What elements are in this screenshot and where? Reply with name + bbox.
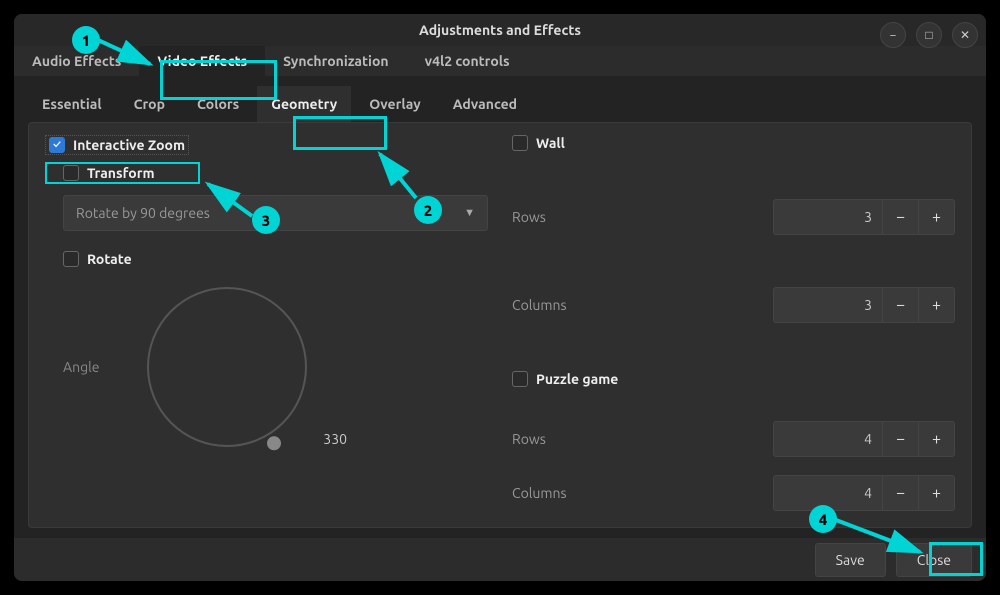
tab-video-effects[interactable]: Video Effects	[139, 46, 265, 76]
annotation-badge: 2	[414, 196, 442, 224]
window-title: Adjustments and Effects	[419, 22, 581, 38]
plus-icon[interactable]: +	[919, 421, 955, 457]
puzzle-rows-input[interactable]	[773, 421, 883, 457]
subtab-geometry[interactable]: Geometry	[257, 86, 351, 122]
wall-columns-label: Columns	[512, 297, 567, 313]
minus-icon[interactable]: −	[883, 199, 919, 235]
rotate-controls: Angle 330	[63, 287, 488, 447]
subtab-crop[interactable]: Crop	[120, 86, 179, 122]
video-effects-content: Essential Crop Colors Geometry Overlay A…	[14, 76, 986, 538]
puzzle-checkbox[interactable]: Puzzle game	[512, 371, 955, 387]
main-tabs: Audio Effects Video Effects Synchronizat…	[14, 46, 986, 76]
subtab-overlay[interactable]: Overlay	[355, 86, 434, 122]
chevron-down-icon: ▼	[464, 207, 475, 219]
maximize-icon[interactable]: □	[916, 22, 942, 48]
transform-label: Transform	[87, 165, 155, 181]
minus-icon[interactable]: −	[883, 475, 919, 511]
wall-columns-spinner[interactable]: − +	[773, 287, 955, 323]
wall-checkbox[interactable]: Wall	[512, 135, 955, 151]
effects-window: Adjustments and Effects − □ ✕ Audio Effe…	[14, 14, 986, 581]
puzzle-rows-label: Rows	[512, 431, 546, 447]
tab-v4l2-controls[interactable]: v4l2 controls	[407, 46, 528, 76]
angle-value: 330	[323, 431, 347, 447]
right-column: Wall Rows − + Columns −	[512, 135, 955, 515]
minus-icon[interactable]: −	[883, 287, 919, 323]
annotation-badge: 4	[809, 505, 837, 533]
interactive-zoom-label: Interactive Zoom	[73, 137, 185, 153]
close-icon[interactable]: ✕	[952, 22, 978, 48]
dialog-footer: Save Close	[14, 538, 986, 581]
subtab-advanced[interactable]: Advanced	[439, 86, 531, 122]
interactive-zoom-checkbox[interactable]: Interactive Zoom	[45, 135, 189, 155]
wall-columns-row: Columns − +	[512, 287, 955, 323]
dial-handle-icon	[267, 437, 281, 451]
geometry-panel: Interactive Zoom Transform Rotate by 90 …	[28, 122, 972, 528]
rotate-checkbox[interactable]: Rotate	[63, 251, 488, 267]
transform-select-value: Rotate by 90 degrees	[76, 205, 210, 221]
wall-columns-input[interactable]	[773, 287, 883, 323]
angle-label: Angle	[63, 359, 123, 375]
plus-icon[interactable]: +	[919, 287, 955, 323]
wall-rows-row: Rows − +	[512, 199, 955, 235]
minus-icon[interactable]: −	[883, 421, 919, 457]
puzzle-label: Puzzle game	[536, 371, 618, 387]
sub-tabs: Essential Crop Colors Geometry Overlay A…	[28, 86, 972, 122]
titlebar: Adjustments and Effects − □ ✕	[14, 14, 986, 46]
plus-icon[interactable]: +	[919, 199, 955, 235]
annotation-badge: 3	[252, 206, 280, 234]
transform-checkbox[interactable]: Transform	[63, 165, 488, 181]
checkbox-icon	[63, 251, 79, 267]
puzzle-columns-row: Columns − +	[512, 475, 955, 511]
angle-dial[interactable]	[147, 287, 307, 447]
puzzle-rows-spinner[interactable]: − +	[773, 421, 955, 457]
tab-synchronization[interactable]: Synchronization	[265, 46, 406, 76]
minimize-icon[interactable]: −	[880, 22, 906, 48]
plus-icon[interactable]: +	[919, 475, 955, 511]
puzzle-columns-label: Columns	[512, 485, 567, 501]
wall-rows-spinner[interactable]: − +	[773, 199, 955, 235]
puzzle-columns-spinner[interactable]: − +	[773, 475, 955, 511]
save-button[interactable]: Save	[815, 543, 886, 577]
checkbox-icon	[512, 371, 528, 387]
wall-rows-input[interactable]	[773, 199, 883, 235]
wall-label: Wall	[536, 135, 565, 151]
annotation-badge: 1	[72, 26, 100, 54]
checkbox-icon	[49, 137, 65, 153]
left-column: Interactive Zoom Transform Rotate by 90 …	[45, 135, 488, 515]
checkbox-icon	[512, 135, 528, 151]
subtab-essential[interactable]: Essential	[28, 86, 116, 122]
checkbox-icon	[63, 165, 79, 181]
puzzle-rows-row: Rows − +	[512, 421, 955, 457]
subtab-colors[interactable]: Colors	[183, 86, 253, 122]
rotate-label: Rotate	[87, 251, 132, 267]
wall-rows-label: Rows	[512, 209, 546, 225]
close-button[interactable]: Close	[896, 543, 972, 577]
